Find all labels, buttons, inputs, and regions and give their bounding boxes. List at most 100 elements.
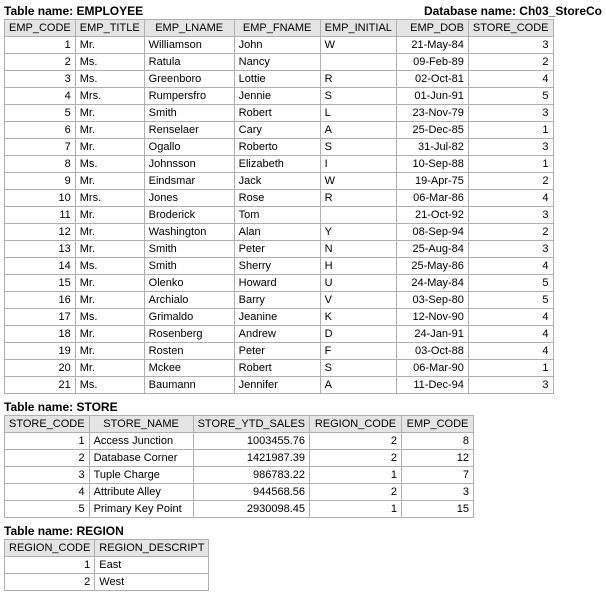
- header: Table name: EMPLOYEE Database name: Ch03…: [4, 4, 602, 18]
- cell: 5: [5, 105, 76, 122]
- cell: Alan: [234, 224, 320, 241]
- table-row: 10Mrs.JonesRoseR06-Mar-864: [5, 190, 554, 207]
- table-row: 5Primary Key Point2930098.45115: [5, 501, 474, 518]
- cell: 5: [468, 292, 553, 309]
- cell: F: [320, 343, 396, 360]
- cell: 6: [5, 122, 76, 139]
- cell: 21-May-84: [396, 37, 468, 54]
- cell: 2: [5, 574, 95, 591]
- cell: 1: [5, 433, 90, 450]
- cell: Cary: [234, 122, 320, 139]
- cell: Mckee: [144, 360, 234, 377]
- cell: Ogallo: [144, 139, 234, 156]
- table-row: 8Ms.JohnssonElizabethI10-Sep-881: [5, 156, 554, 173]
- cell: 11-Dec-94: [396, 377, 468, 394]
- col-header: EMP_LNAME: [144, 20, 234, 37]
- table-row: 21Ms.BaumannJenniferA11-Dec-943: [5, 377, 554, 394]
- cell: 5: [468, 88, 553, 105]
- table-row: 18Mr.RosenbergAndrewD24-Jan-914: [5, 326, 554, 343]
- cell: Broderick: [144, 207, 234, 224]
- cell: 19: [5, 343, 76, 360]
- table-label: Table name: EMPLOYEE: [4, 4, 143, 18]
- cell: 12-Nov-90: [396, 309, 468, 326]
- table-row: 15Mr.OlenkoHowardU24-May-845: [5, 275, 554, 292]
- cell: 03-Sep-80: [396, 292, 468, 309]
- table-row: 1Access Junction1003455.7628: [5, 433, 474, 450]
- cell: 2: [5, 54, 76, 71]
- cell: 2: [468, 224, 553, 241]
- cell: 4: [468, 258, 553, 275]
- cell: West: [95, 574, 209, 591]
- cell: 1003455.76: [193, 433, 309, 450]
- cell: A: [320, 122, 396, 139]
- cell: 2: [5, 450, 90, 467]
- table-row: 16Mr.ArchialoBarryV03-Sep-805: [5, 292, 554, 309]
- col-header: EMP_CODE: [402, 416, 474, 433]
- cell: Smith: [144, 105, 234, 122]
- cell: I: [320, 156, 396, 173]
- cell: Eindsmar: [144, 173, 234, 190]
- cell: Ms.: [75, 309, 144, 326]
- cell: Y: [320, 224, 396, 241]
- cell: R: [320, 71, 396, 88]
- col-header: EMP_FNAME: [234, 20, 320, 37]
- cell: 1: [468, 156, 553, 173]
- region-header-row: REGION_CODEREGION_DESCRIPT: [5, 540, 209, 557]
- cell: 7: [402, 467, 474, 484]
- cell: Peter: [234, 343, 320, 360]
- cell: 06-Mar-86: [396, 190, 468, 207]
- cell: 4: [5, 484, 90, 501]
- cell: Roberto: [234, 139, 320, 156]
- cell: 3: [468, 37, 553, 54]
- cell: Mr.: [75, 224, 144, 241]
- cell: Attribute Alley: [89, 484, 193, 501]
- cell: D: [320, 326, 396, 343]
- cell: 4: [468, 71, 553, 88]
- cell: Rosenberg: [144, 326, 234, 343]
- cell: H: [320, 258, 396, 275]
- cell: 09-Feb-89: [396, 54, 468, 71]
- cell: Greenboro: [144, 71, 234, 88]
- cell: 03-Oct-88: [396, 343, 468, 360]
- table-row: 5Mr.SmithRobertL23-Nov-793: [5, 105, 554, 122]
- table-row: 6Mr.RenselaerCaryA25-Dec-851: [5, 122, 554, 139]
- cell: 1: [5, 37, 76, 54]
- cell: Ratula: [144, 54, 234, 71]
- cell: 3: [468, 241, 553, 258]
- table-row: 11Mr.BroderickTom21-Oct-923: [5, 207, 554, 224]
- cell: 20: [5, 360, 76, 377]
- employee-table: EMP_CODEEMP_TITLEEMP_LNAMEEMP_FNAMEEMP_I…: [4, 19, 554, 394]
- cell: Olenko: [144, 275, 234, 292]
- table-row: 12Mr.WashingtonAlanY08-Sep-942: [5, 224, 554, 241]
- cell: [320, 207, 396, 224]
- table-row: 14Ms.SmithSherryH25-May-864: [5, 258, 554, 275]
- cell: Mr.: [75, 139, 144, 156]
- table-row: 19Mr.RostenPeterF03-Oct-884: [5, 343, 554, 360]
- cell: Ms.: [75, 156, 144, 173]
- cell: 5: [468, 275, 553, 292]
- cell: Mrs.: [75, 88, 144, 105]
- cell: Jack: [234, 173, 320, 190]
- table-row: 3Tuple Charge986783.2217: [5, 467, 474, 484]
- table-row: 17Ms.GrimaldoJeanineK12-Nov-904: [5, 309, 554, 326]
- database-label: Database name: Ch03_StoreCo: [424, 4, 602, 18]
- cell: 3: [468, 105, 553, 122]
- cell: 14: [5, 258, 76, 275]
- cell: 01-Jun-91: [396, 88, 468, 105]
- cell: Nancy: [234, 54, 320, 71]
- cell: Mr.: [75, 37, 144, 54]
- cell: 31-Jul-82: [396, 139, 468, 156]
- cell: Howard: [234, 275, 320, 292]
- cell: Mr.: [75, 275, 144, 292]
- cell: Elizabeth: [234, 156, 320, 173]
- cell: 15: [5, 275, 76, 292]
- cell: 8: [5, 156, 76, 173]
- cell: 15: [402, 501, 474, 518]
- cell: Renselaer: [144, 122, 234, 139]
- cell: Mrs.: [75, 190, 144, 207]
- cell: 25-Dec-85: [396, 122, 468, 139]
- cell: Tom: [234, 207, 320, 224]
- cell: Tuple Charge: [89, 467, 193, 484]
- cell: Robert: [234, 360, 320, 377]
- cell: 2: [468, 173, 553, 190]
